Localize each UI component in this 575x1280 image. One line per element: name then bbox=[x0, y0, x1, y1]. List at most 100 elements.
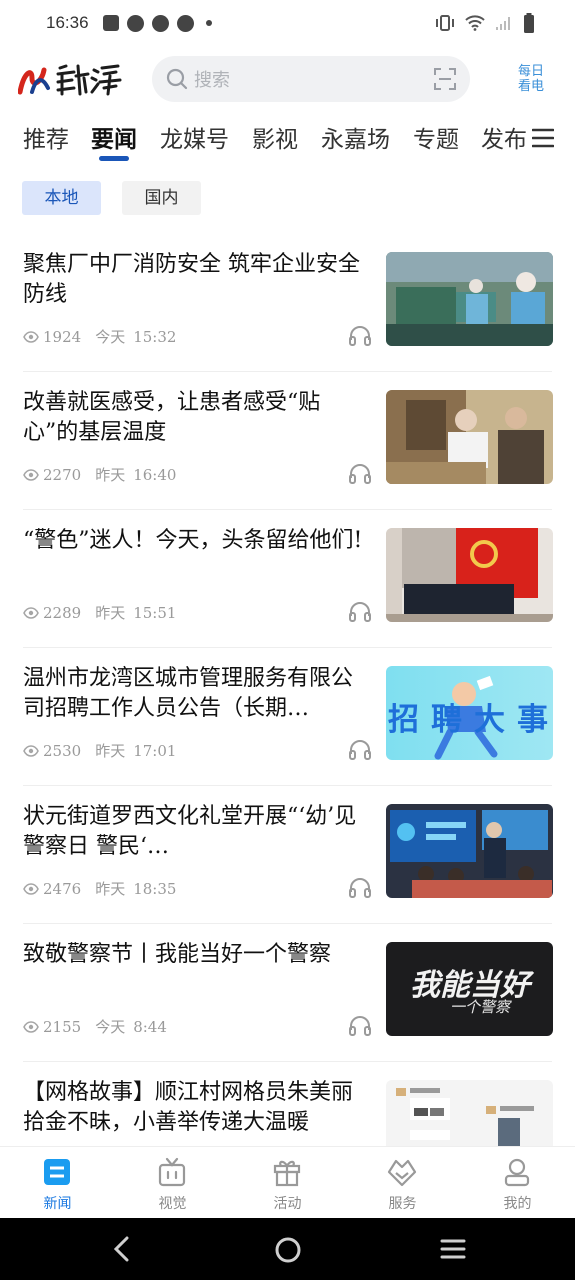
news-title: 改善就医感受，让患者感受“贴心”的基层温度 bbox=[23, 390, 321, 445]
signal-icon bbox=[496, 17, 510, 30]
doctor-patient-photo[interactable] bbox=[386, 390, 553, 484]
home-icon[interactable] bbox=[274, 1236, 302, 1264]
daily-label-line2: 看电 bbox=[517, 79, 544, 94]
publish-time: 16:40 bbox=[133, 466, 177, 484]
views-icon bbox=[23, 468, 39, 481]
news-title: 温州市龙湾区城市管理服务有限公司招聘工作人员公告（长期… bbox=[23, 666, 354, 721]
recent-apps-icon[interactable] bbox=[440, 1238, 466, 1260]
status-bar: 16:36 bbox=[0, 0, 575, 46]
nav-label: 活动 bbox=[273, 1196, 302, 1212]
news-meta: 2270 昨天 16:40 bbox=[23, 464, 176, 485]
menu-icon[interactable] bbox=[532, 128, 554, 148]
children-police-screen-photo[interactable] bbox=[386, 804, 553, 898]
chat-screenshot-image[interactable] bbox=[386, 1080, 553, 1146]
bottom-navigation: 新闻 视觉 活动 服务 我的 bbox=[0, 1146, 575, 1218]
publish-time: 17:01 bbox=[133, 742, 177, 760]
tab-film[interactable]: 影视 bbox=[252, 120, 298, 154]
publish-day: 昨天 bbox=[95, 466, 126, 484]
longwan-logo[interactable] bbox=[17, 62, 122, 98]
tab-topics[interactable]: 专题 bbox=[413, 120, 459, 154]
news-meta: 2476 昨天 18:35 bbox=[23, 878, 176, 899]
news-card[interactable]: 【网格故事】顺江村网格员朱美丽拾金不昧，小善举传递大温暖 bbox=[0, 1062, 575, 1146]
tab-publish[interactable]: 发布 bbox=[481, 120, 527, 154]
view-count: 2155 bbox=[43, 1017, 82, 1036]
nav-visual[interactable]: 视觉 bbox=[115, 1147, 230, 1219]
profile-icon bbox=[504, 1158, 530, 1187]
notification-icons bbox=[102, 14, 212, 32]
nav-profile[interactable]: 我的 bbox=[460, 1147, 575, 1219]
publish-day: 今天 bbox=[95, 328, 126, 346]
nav-service[interactable]: 服务 bbox=[345, 1147, 460, 1219]
headphones-icon[interactable] bbox=[348, 876, 372, 898]
news-title: 聚焦厂中厂消防安全 筑牢企业安全防线 bbox=[23, 252, 360, 307]
nav-label: 新闻 bbox=[43, 1196, 72, 1212]
news-card[interactable]: “警色”迷人！今天，头条留给他们! 2289 昨天 15:51 bbox=[0, 510, 575, 648]
headphones-icon[interactable] bbox=[348, 1014, 372, 1036]
tab-longmei[interactable]: 龙媒号 bbox=[160, 120, 229, 154]
news-meta: 2530 昨天 17:01 bbox=[23, 740, 176, 761]
publish-time: 18:35 bbox=[133, 880, 177, 898]
views-icon bbox=[23, 1020, 39, 1033]
daily-read-button[interactable]: 每日 看电 bbox=[512, 64, 550, 100]
tab-headlines[interactable]: 要闻 bbox=[91, 120, 137, 154]
nav-label: 我的 bbox=[503, 1196, 532, 1212]
scan-icon[interactable] bbox=[434, 68, 456, 90]
recruitment-banner[interactable]: 招聘大事 bbox=[386, 666, 553, 760]
search-icon bbox=[166, 68, 188, 90]
news-card[interactable]: 致敬警察节丨我能当好一个警察 2155 今天 8:44 我能当好 一个警察 bbox=[0, 924, 575, 1062]
headphones-icon[interactable] bbox=[348, 738, 372, 760]
search-bar[interactable]: 搜索 bbox=[152, 56, 470, 102]
news-card[interactable]: 温州市龙湾区城市管理服务有限公司招聘工作人员公告（长期… 2530 昨天 17:0… bbox=[0, 648, 575, 786]
publish-day: 今天 bbox=[95, 1018, 126, 1036]
views-icon bbox=[23, 882, 39, 895]
nav-label: 视觉 bbox=[158, 1196, 187, 1212]
tab-recommend[interactable]: 推荐 bbox=[23, 120, 69, 154]
news-title: 【网格故事】顺江村网格员朱美丽拾金不昧，小善举传递大温暖 bbox=[23, 1080, 354, 1135]
views-icon bbox=[23, 606, 39, 619]
channel-tabs: 推荐 要闻 龙媒号 影视 永嘉场 专题 发布 bbox=[0, 118, 575, 166]
back-icon[interactable] bbox=[110, 1236, 134, 1262]
news-card[interactable]: 状元街道罗西文化礼堂开展“‘幼’见警察日 警民‘… 2476 昨天 18:35 bbox=[0, 786, 575, 924]
publish-day: 昨天 bbox=[95, 742, 126, 760]
view-count: 2270 bbox=[43, 465, 82, 484]
search-placeholder: 搜索 bbox=[194, 70, 230, 91]
view-count: 2476 bbox=[43, 879, 82, 898]
factory-workers-photo[interactable] bbox=[386, 252, 553, 346]
police-day-title-card[interactable]: 我能当好 一个警察 bbox=[386, 942, 553, 1036]
view-count: 1924 bbox=[43, 327, 82, 346]
tv-icon bbox=[158, 1157, 186, 1187]
nav-news[interactable]: 新闻 bbox=[0, 1147, 115, 1219]
view-count: 2289 bbox=[43, 603, 82, 622]
service-heart-icon bbox=[387, 1159, 417, 1187]
news-title: 致敬警察节丨我能当好一个警察 bbox=[23, 942, 332, 967]
app-notification-icon bbox=[151, 14, 169, 32]
publish-time: 15:51 bbox=[133, 604, 177, 622]
news-title: 状元街道罗西文化礼堂开展“‘幼’见警察日 警民‘… bbox=[23, 804, 357, 859]
publish-day: 昨天 bbox=[95, 604, 126, 622]
status-time: 16:36 bbox=[46, 13, 89, 32]
nav-activity[interactable]: 活动 bbox=[230, 1147, 345, 1219]
views-icon bbox=[23, 330, 39, 343]
headphones-icon[interactable] bbox=[348, 462, 372, 484]
active-tab-indicator bbox=[99, 156, 129, 161]
police-ceremony-photo[interactable] bbox=[386, 528, 553, 622]
news-meta: 1924 今天 15:32 bbox=[23, 326, 176, 347]
subtab-domestic[interactable]: 国内 bbox=[122, 181, 201, 215]
news-title: “警色”迷人！今天，头条留给他们! bbox=[23, 528, 363, 553]
view-count: 2530 bbox=[43, 741, 82, 760]
gift-icon bbox=[273, 1160, 301, 1187]
recruitment-banner-text: 招聘大事 bbox=[388, 702, 553, 738]
subtab-local[interactable]: 本地 bbox=[22, 181, 101, 215]
views-icon bbox=[23, 744, 39, 757]
headphones-icon[interactable] bbox=[348, 600, 372, 622]
headphones-icon[interactable] bbox=[348, 324, 372, 346]
daily-label-line1: 每日 bbox=[517, 64, 544, 79]
news-card[interactable]: 聚焦厂中厂消防安全 筑牢企业安全防线 1924 今天 15:32 bbox=[0, 234, 575, 372]
wifi-icon bbox=[465, 15, 485, 31]
news-icon bbox=[44, 1159, 70, 1185]
system-navigation-bar bbox=[0, 1218, 575, 1280]
news-card[interactable]: 改善就医感受，让患者感受“贴心”的基层温度 2270 昨天 16:40 bbox=[0, 372, 575, 510]
news-meta: 2155 今天 8:44 bbox=[23, 1016, 167, 1037]
tab-yongjiachang[interactable]: 永嘉场 bbox=[321, 120, 390, 154]
app-header: 搜索 每日 看电 bbox=[0, 52, 575, 108]
